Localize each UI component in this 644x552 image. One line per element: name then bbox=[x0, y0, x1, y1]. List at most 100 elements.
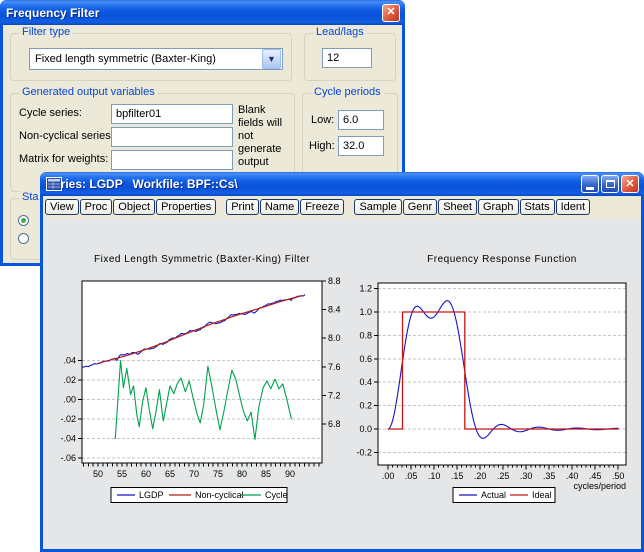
cycle-periods-group-label: Cycle periods bbox=[311, 86, 384, 98]
x-axis-tick-label: .10 bbox=[428, 471, 441, 481]
x-axis-tick-label: 70 bbox=[189, 469, 199, 479]
left-axis-tick-label: -.02 bbox=[60, 414, 76, 424]
filter-type-group-label: Filter type bbox=[19, 26, 73, 38]
minimize-button[interactable] bbox=[581, 175, 599, 193]
y-axis-tick-label: 0.0 bbox=[359, 424, 372, 434]
stationary-radio-2[interactable] bbox=[18, 233, 29, 244]
toolbar-group: PrintNameFreeze bbox=[226, 199, 345, 215]
legend-label: LGDP bbox=[139, 490, 164, 500]
x-axis-tick-label: 55 bbox=[117, 469, 127, 479]
chevron-down-icon[interactable]: ▼ bbox=[262, 49, 281, 69]
y-axis-tick-label: 0.8 bbox=[359, 330, 372, 340]
close-button[interactable]: ✕ bbox=[621, 175, 639, 193]
non-cyclical-series-label: Non-cyclical series: bbox=[19, 130, 114, 142]
cycle-series-label: Cycle series: bbox=[19, 107, 82, 119]
matrix-weights-label: Matrix for weights: bbox=[19, 153, 108, 165]
chart-title: Fixed Length Symmetric (Baxter-King) Fil… bbox=[94, 254, 310, 265]
lead-lags-input[interactable] bbox=[322, 48, 372, 68]
y-axis-tick-label: 0.6 bbox=[359, 354, 372, 364]
left-axis-tick-label: .02 bbox=[63, 375, 76, 385]
dialog-title: Frequency Filter bbox=[6, 6, 380, 20]
filter-type-select[interactable]: Fixed length symmetric (Baxter-King) ▼ bbox=[29, 48, 283, 70]
left-axis-tick-label: -.04 bbox=[60, 434, 76, 444]
left-axis-tick-label: -.06 bbox=[60, 453, 76, 463]
right-axis-tick-label: 6.8 bbox=[328, 419, 341, 429]
high-label: High: bbox=[309, 140, 335, 152]
non-cyclical-series-input[interactable] bbox=[111, 127, 233, 147]
y-axis-tick-label: -0.2 bbox=[356, 447, 372, 457]
x-axis-tick-label: 60 bbox=[141, 469, 151, 479]
x-axis-tick-label: .05 bbox=[405, 471, 418, 481]
desktop: { "filter_dialog": { "title": "Frequency… bbox=[0, 0, 644, 552]
toolbar-button-view[interactable]: View bbox=[45, 199, 79, 215]
x-axis-tick-label: .15 bbox=[451, 471, 464, 481]
x-axis-tick-label: .00 bbox=[382, 471, 395, 481]
x-axis-tick-label: 65 bbox=[165, 469, 175, 479]
toolbar-group: ViewProcObjectProperties bbox=[45, 199, 217, 215]
matrix-weights-input[interactable] bbox=[111, 150, 233, 170]
x-axis-tick-label: 50 bbox=[93, 469, 103, 479]
x-axis-tick-label: 90 bbox=[285, 469, 295, 479]
toolbar-button-properties[interactable]: Properties bbox=[156, 199, 216, 215]
toolbar-button-proc[interactable]: Proc bbox=[80, 199, 113, 215]
toolbar-button-object[interactable]: Object bbox=[113, 199, 155, 215]
filter-type-group: Filter type Fixed length symmetric (Baxt… bbox=[10, 33, 292, 81]
stationary-group-label: Sta bbox=[19, 191, 42, 203]
legend-label: Cycle bbox=[265, 490, 288, 500]
series-window: Series: LGDP Workfile: BPF::Cs\ ✕ ViewPr… bbox=[40, 172, 644, 552]
lead-lags-group-label: Lead/lags bbox=[313, 26, 367, 38]
dialog-close-button[interactable]: ✕ bbox=[382, 4, 400, 22]
toolbar-button-genr[interactable]: Genr bbox=[403, 199, 437, 215]
x-axis-label: cycles/period bbox=[573, 481, 626, 491]
right-axis-tick-label: 8.0 bbox=[328, 333, 341, 343]
right-axis-tick-label: 7.6 bbox=[328, 362, 341, 372]
minimize-icon bbox=[586, 187, 594, 190]
low-input[interactable] bbox=[338, 110, 384, 130]
maximize-icon bbox=[606, 180, 615, 188]
right-axis-tick-label: 8.8 bbox=[328, 276, 341, 286]
toolbar-group: SampleGenrSheetGraphStatsIdent bbox=[354, 199, 591, 215]
toolbar-button-freeze[interactable]: Freeze bbox=[300, 199, 344, 215]
y-axis-tick-label: 1.0 bbox=[359, 307, 372, 317]
x-axis-tick-label: 80 bbox=[237, 469, 247, 479]
y-axis-tick-label: 0.2 bbox=[359, 401, 372, 411]
y-axis-tick-label: 0.4 bbox=[359, 377, 372, 387]
lead-lags-group: Lead/lags bbox=[304, 33, 396, 81]
stationary-radio-1[interactable] bbox=[18, 215, 29, 226]
right-axis-tick-label: 7.2 bbox=[328, 390, 341, 400]
filter-type-value: Fixed length symmetric (Baxter-King) bbox=[30, 53, 261, 65]
radio-dot bbox=[21, 218, 26, 223]
x-axis-tick-label: .45 bbox=[589, 471, 602, 481]
toolbar-button-print[interactable]: Print bbox=[226, 199, 259, 215]
toolbar-button-ident[interactable]: Ident bbox=[556, 199, 590, 215]
y-axis-tick-label: 1.2 bbox=[359, 284, 372, 294]
graph-client-area: Fixed Length Symmetric (Baxter-King) Fil… bbox=[43, 218, 641, 549]
legend-label: Actual bbox=[481, 490, 506, 500]
low-label: Low: bbox=[311, 114, 334, 126]
plot-area bbox=[82, 281, 322, 463]
x-axis-tick-label: .50 bbox=[612, 471, 625, 481]
right-axis-tick-label: 8.4 bbox=[328, 305, 341, 315]
x-axis-tick-label: 85 bbox=[261, 469, 271, 479]
series-icon bbox=[46, 177, 62, 191]
legend-label: Ideal bbox=[532, 490, 552, 500]
high-input[interactable] bbox=[338, 136, 384, 156]
toolbar-button-sheet[interactable]: Sheet bbox=[438, 199, 477, 215]
cycle-series-input[interactable] bbox=[111, 104, 233, 124]
legend-label: Non-cyclical bbox=[195, 490, 244, 500]
dialog-titlebar[interactable]: Frequency Filter ✕ bbox=[0, 0, 405, 25]
x-axis-tick-label: 75 bbox=[213, 469, 223, 479]
x-axis-tick-label: .35 bbox=[543, 471, 556, 481]
maximize-button[interactable] bbox=[601, 175, 619, 193]
toolbar-button-name[interactable]: Name bbox=[260, 199, 299, 215]
left-axis-tick-label: .04 bbox=[63, 355, 76, 365]
series-titlebar[interactable]: Series: LGDP Workfile: BPF::Cs\ ✕ bbox=[40, 172, 644, 196]
toolbar-button-stats[interactable]: Stats bbox=[520, 199, 555, 215]
series-title: Series: LGDP Workfile: BPF::Cs\ bbox=[46, 177, 579, 191]
baxter-king-filter-chart: Fixed Length Symmetric (Baxter-King) Fil… bbox=[45, 250, 345, 512]
left-axis-tick-label: .00 bbox=[63, 395, 76, 405]
plot-area bbox=[378, 283, 626, 465]
toolbar-button-graph[interactable]: Graph bbox=[478, 199, 519, 215]
toolbar-button-sample[interactable]: Sample bbox=[354, 199, 401, 215]
blank-fields-note: Blank fields will not generate output bbox=[238, 104, 294, 169]
